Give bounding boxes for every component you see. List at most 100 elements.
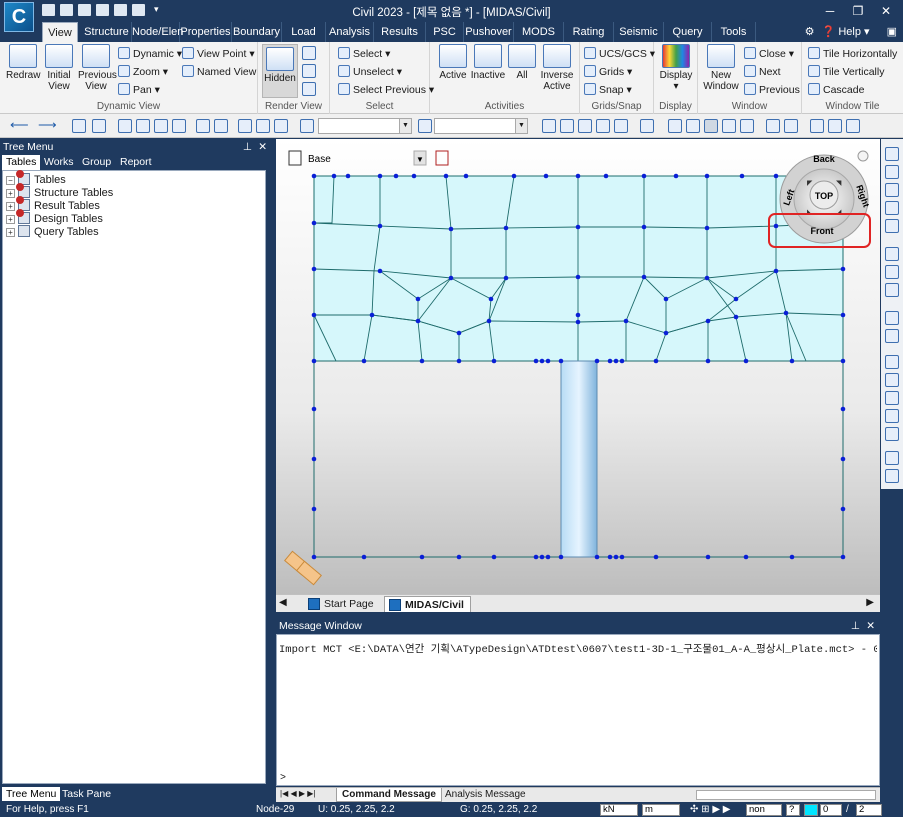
toolbar-tool-16-icon[interactable] <box>614 119 628 133</box>
tab-query[interactable]: Query <box>664 22 712 42</box>
settings-icon[interactable]: ⚙ <box>805 26 815 38</box>
close-button[interactable]: Close ▾ <box>744 46 794 62</box>
zoom-window-icon[interactable] <box>885 165 899 179</box>
model-canvas[interactable]: Base ▼ TOP Back Left Right Front ◤ ◥ ◣ ◢ <box>276 139 880 594</box>
toolbar-combo-2[interactable]: ▼ <box>434 118 528 134</box>
dynamic-button[interactable]: Dynamic ▾ <box>118 46 182 62</box>
zoom-all-icon[interactable] <box>885 219 899 233</box>
previous-view-button[interactable]: Previous View <box>78 44 117 92</box>
toolbar-tool-3-icon[interactable] <box>118 119 132 133</box>
pan-button[interactable]: Pan ▾ <box>118 82 160 98</box>
mode-select[interactable]: non <box>746 804 782 816</box>
pin-icon[interactable]: ⊥ <box>243 139 252 155</box>
snap-button[interactable]: Snap ▾ <box>584 82 632 98</box>
length-unit-select[interactable]: m <box>642 804 680 816</box>
redraw-button[interactable]: Redraw <box>6 44 40 81</box>
view-bottom-icon[interactable] <box>885 373 899 387</box>
tab-scroll-right-icon[interactable]: ▶ <box>866 597 874 608</box>
light-icon[interactable] <box>302 64 316 78</box>
active-button[interactable]: Active <box>436 44 470 81</box>
inverse-active-button[interactable]: Inverse Active <box>538 44 576 92</box>
toolbar-tool-25-icon[interactable] <box>810 119 824 133</box>
toolbar-tool-4-icon[interactable] <box>136 119 150 133</box>
toolbar-tool-5-icon[interactable] <box>154 119 168 133</box>
tree-tab-tables[interactable]: Tables <box>2 155 41 170</box>
combo-dropdown-icon[interactable]: ▼ <box>515 119 527 133</box>
view-right-icon[interactable] <box>885 409 899 423</box>
toolbar-tool-12-icon[interactable] <box>542 119 556 133</box>
hidden-button[interactable]: Hidden <box>262 44 298 98</box>
cascade-button[interactable]: Cascade <box>808 82 864 98</box>
tab-pushover[interactable]: Pushover <box>464 22 514 42</box>
tab-tree-menu[interactable]: Tree Menu <box>2 787 61 801</box>
tab-task-pane[interactable]: Task Pane <box>58 787 115 801</box>
close-panel-icon[interactable]: ✕ <box>258 139 267 155</box>
view-iso-icon[interactable] <box>885 311 899 325</box>
message-horizontal-scrollbar[interactable] <box>696 790 876 800</box>
previous-button[interactable]: Previous <box>744 82 800 98</box>
view-point-button[interactable]: View Point ▾ <box>182 46 255 62</box>
toolbar-tool-20-icon[interactable] <box>704 119 718 133</box>
zoom-button[interactable]: Zoom ▾ <box>118 64 168 80</box>
pin-icon[interactable]: ⊥ <box>851 618 860 634</box>
tab-tools[interactable]: Tools <box>712 22 756 42</box>
toolbar-tool-23-icon[interactable] <box>766 119 780 133</box>
unselect-button[interactable]: Unselect ▾ <box>338 64 402 80</box>
new-window-button[interactable]: New Window <box>702 44 740 92</box>
toolbar-axis-icon[interactable] <box>418 119 432 133</box>
tile-vertically-button[interactable]: Tile Vertically <box>808 64 884 80</box>
next-button[interactable]: Next <box>744 64 781 80</box>
minimize-button[interactable]: ─ <box>818 2 842 20</box>
tab-structure[interactable]: Structure <box>82 22 132 42</box>
expand-icon[interactable]: + <box>6 189 15 198</box>
tab-command-message[interactable]: Command Message <box>336 788 442 802</box>
toolbar-tool-2-icon[interactable] <box>92 119 106 133</box>
toolbar-tool-11-icon[interactable] <box>274 119 288 133</box>
redo-icon[interactable]: ⟶ <box>38 118 57 133</box>
expand-icon[interactable]: + <box>6 202 15 211</box>
copy-view-icon[interactable] <box>885 451 899 465</box>
toolbar-tool-22-icon[interactable] <box>740 119 754 133</box>
render-option-icon[interactable] <box>302 46 316 60</box>
tab-psc[interactable]: PSC <box>426 22 464 42</box>
tree-item-query-tables[interactable]: + Query Tables <box>6 225 99 238</box>
view-top-icon[interactable] <box>885 355 899 369</box>
toolbar-tool-14-icon[interactable] <box>578 119 592 133</box>
toolbar-tool-24-icon[interactable] <box>784 119 798 133</box>
select-previous-button[interactable]: Select Previous ▾ <box>338 82 434 98</box>
inactive-button[interactable]: Inactive <box>470 44 506 81</box>
print-view-icon[interactable] <box>885 469 899 483</box>
tab-seismic[interactable]: Seismic Pe <box>614 22 664 58</box>
page-total-input[interactable]: 2 <box>856 804 882 816</box>
status-tool-icons[interactable]: ✣ ⊞ ▶ ▶ <box>690 803 730 817</box>
view-cube-front[interactable]: Front <box>811 226 834 236</box>
lock-icon[interactable] <box>828 119 842 133</box>
pier-column[interactable] <box>560 360 598 558</box>
initial-view-button[interactable]: Initial View <box>42 44 76 92</box>
ucs-gcs-button[interactable]: UCS/GCS ▾ <box>584 46 655 62</box>
color-swatch[interactable] <box>804 804 818 816</box>
all-button[interactable]: All <box>508 44 536 81</box>
close-window-button[interactable]: ✕ <box>874 2 898 20</box>
help-menu[interactable]: ⚙ ❓ Help ▾ ▣ <box>805 22 897 42</box>
restore-button[interactable]: ❐ <box>846 2 870 20</box>
combo-dropdown-icon[interactable]: ▼ <box>399 119 411 133</box>
named-view-button[interactable]: Named View <box>182 64 256 80</box>
toolbar-tool-17-icon[interactable] <box>640 119 654 133</box>
unlock-icon[interactable] <box>846 119 860 133</box>
tab-start-page[interactable]: Start Page <box>304 596 380 612</box>
grids-button[interactable]: Grids ▾ <box>584 64 632 80</box>
view-cube-top[interactable]: TOP <box>815 191 833 201</box>
tab-analysis-message[interactable]: Analysis Message <box>440 788 531 802</box>
view-front-icon[interactable] <box>885 329 899 343</box>
toolbar-tool-13-icon[interactable] <box>560 119 574 133</box>
status-help-icon[interactable]: ? <box>786 804 800 816</box>
view-cube-collapse-icon[interactable] <box>857 150 869 162</box>
tree-tab-works[interactable]: Works <box>40 155 78 170</box>
display-globe-icon[interactable] <box>302 82 316 96</box>
tab-results[interactable]: Results <box>374 22 426 42</box>
tree-tab-group[interactable]: Group <box>78 155 115 170</box>
restore-inner-icon[interactable]: ▣ <box>887 26 897 38</box>
close-panel-icon[interactable]: ✕ <box>866 618 875 634</box>
select-button[interactable]: Select ▾ <box>338 46 390 62</box>
